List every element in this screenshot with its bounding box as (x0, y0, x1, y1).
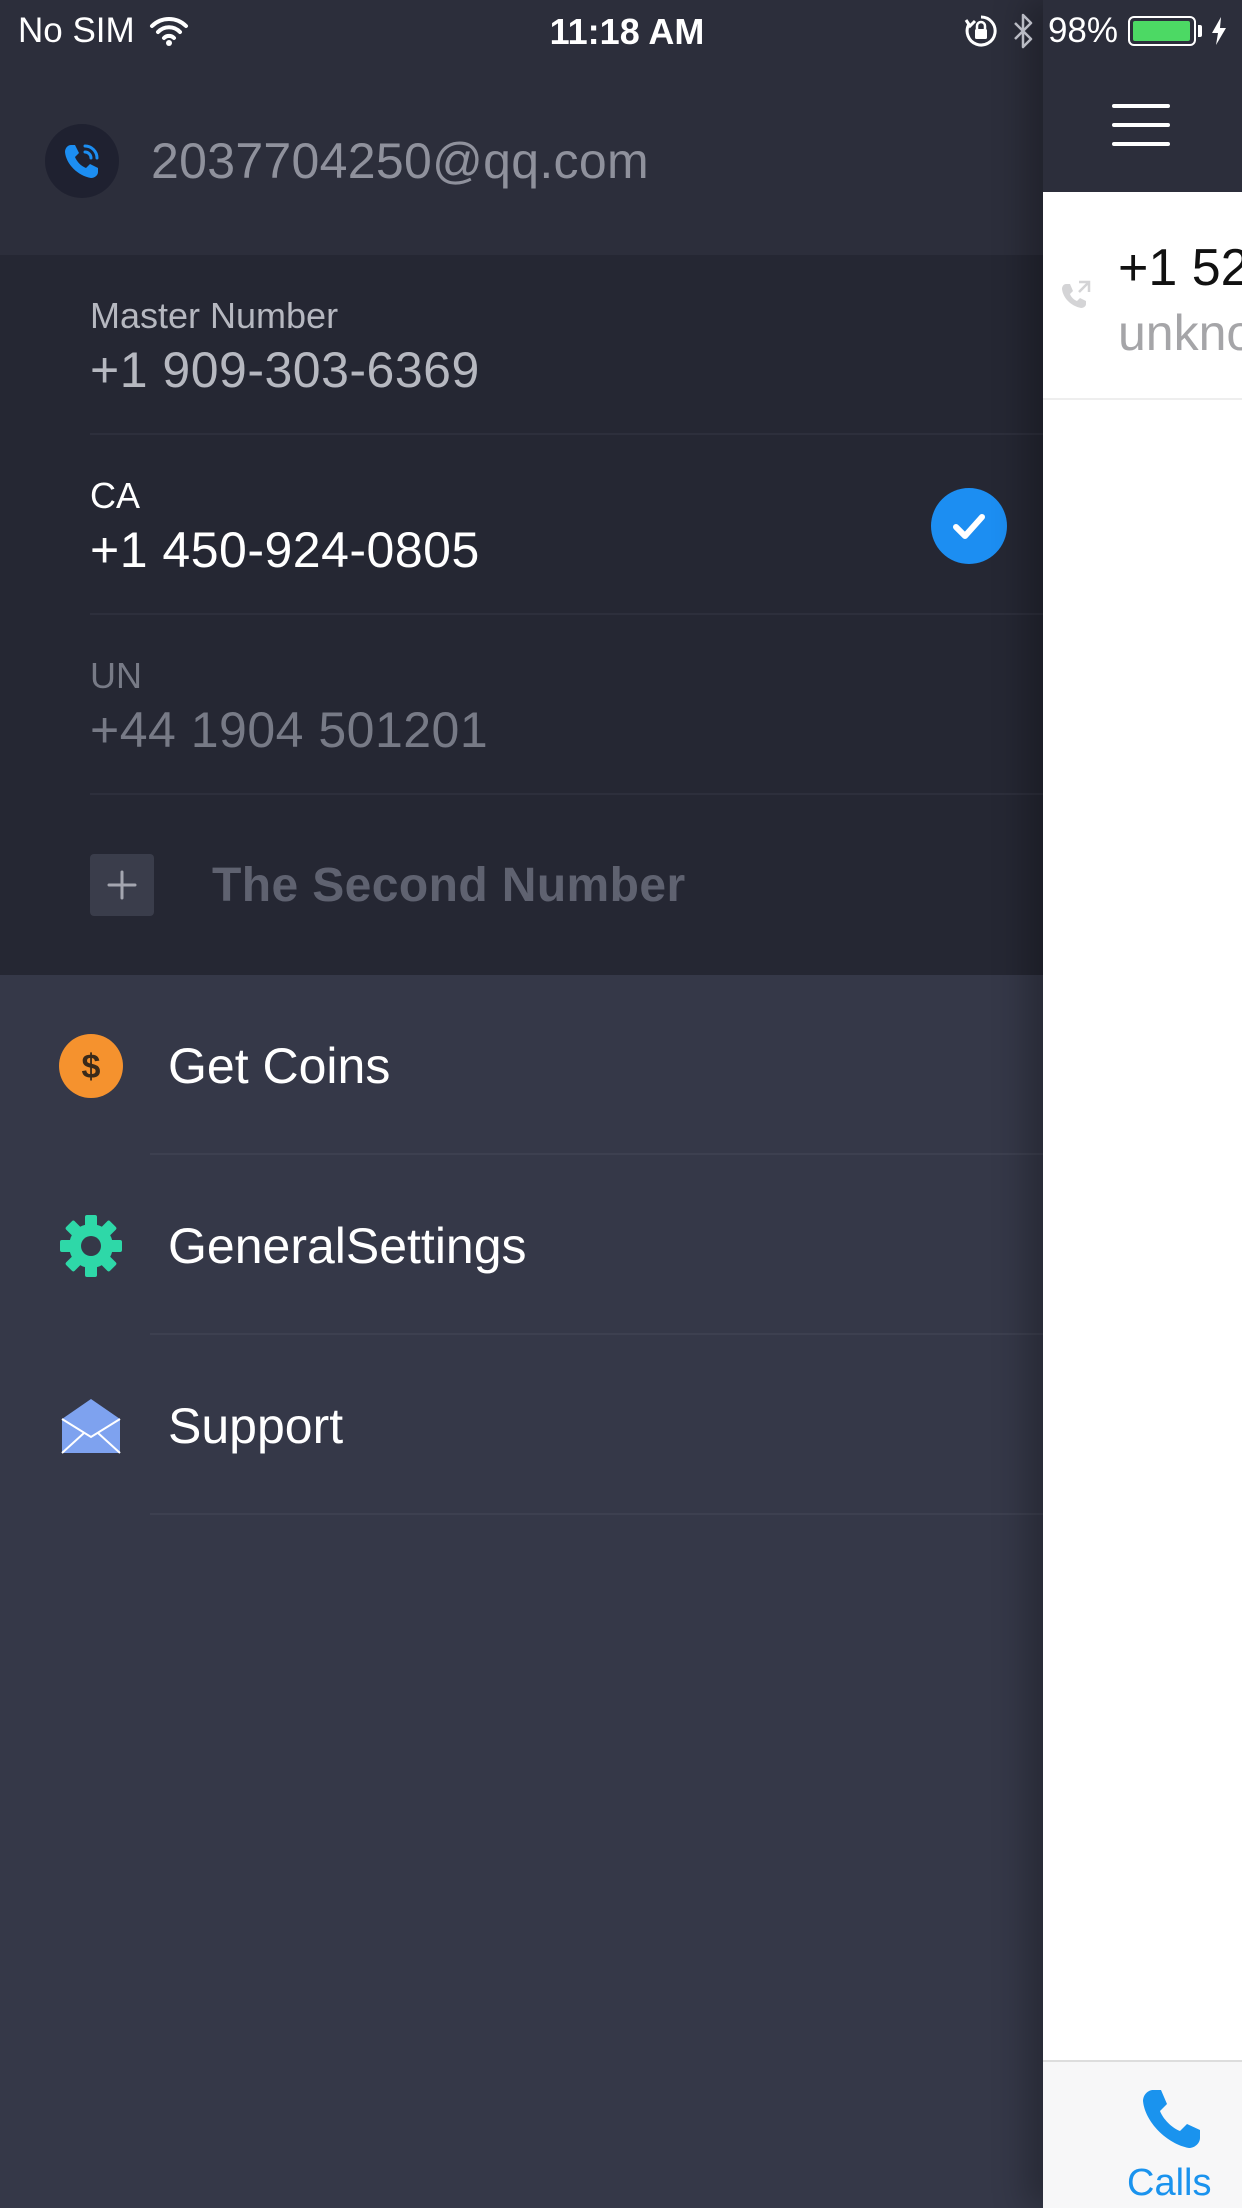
number-value: +1 450-924-0805 (90, 522, 480, 578)
menu-label: Get Coins (168, 1038, 391, 1094)
number-label: CA (90, 475, 141, 516)
number-row-master[interactable]: Master Number +1 909-303-6369 (0, 255, 1043, 435)
number-label: UN (90, 655, 142, 696)
call-number: +1 52 (1118, 239, 1242, 297)
add-second-number-button[interactable]: The Second Number (90, 854, 686, 916)
outgoing-call-icon (1062, 280, 1091, 308)
plus-icon (90, 854, 154, 916)
number-value: +1 909-303-6369 (90, 342, 480, 398)
coin-icon: $ (58, 1033, 124, 1099)
main-content: +1 52 unkno Calls (1043, 0, 1242, 2208)
selected-check-icon (931, 488, 1007, 564)
tab-bar: Calls (1043, 2060, 1242, 2208)
divider (90, 793, 1043, 795)
gear-icon (58, 1213, 124, 1279)
battery-icon (1128, 16, 1202, 46)
call-subtitle: unkno (1118, 305, 1242, 361)
divider (150, 1513, 1043, 1515)
bluetooth-icon (1014, 13, 1033, 49)
menu-item-get-coins[interactable]: $ Get Coins (0, 975, 1043, 1155)
number-label: Master Number (90, 295, 339, 336)
call-list-item[interactable]: +1 52 unkno (1043, 192, 1242, 400)
menu-label: Support (168, 1398, 344, 1454)
battery-percent: 98% (1047, 11, 1118, 50)
menu-item-support[interactable]: Support (0, 1335, 1043, 1515)
battery-level (1133, 21, 1190, 41)
charging-bolt-icon (1212, 17, 1226, 45)
envelope-icon (58, 1393, 124, 1459)
account-header[interactable]: 2037704250@qq.com (45, 124, 649, 198)
status-bar: No SIM 11:18 AM 98% (0, 0, 1242, 62)
rotation-lock-icon (964, 15, 997, 47)
phone-icon (1143, 2090, 1200, 2148)
svg-text:$: $ (82, 1048, 101, 1086)
tab-label: Calls (1127, 2162, 1212, 2204)
phone-waves-icon (45, 124, 119, 198)
hamburger-menu-icon[interactable] (1112, 104, 1170, 146)
number-row-ca[interactable]: CA +1 450-924-0805 (0, 435, 1043, 615)
number-row-un[interactable]: UN +44 1904 501201 (0, 615, 1043, 795)
menu-label: GeneralSettings (168, 1218, 527, 1274)
number-value: +44 1904 501201 (90, 702, 489, 758)
add-second-number-label: The Second Number (212, 858, 686, 912)
side-drawer: 2037704250@qq.com Master Number +1 909-3… (0, 0, 1043, 2208)
menu-item-general-settings[interactable]: GeneralSettings (0, 1155, 1043, 1335)
account-email: 2037704250@qq.com (151, 133, 649, 189)
